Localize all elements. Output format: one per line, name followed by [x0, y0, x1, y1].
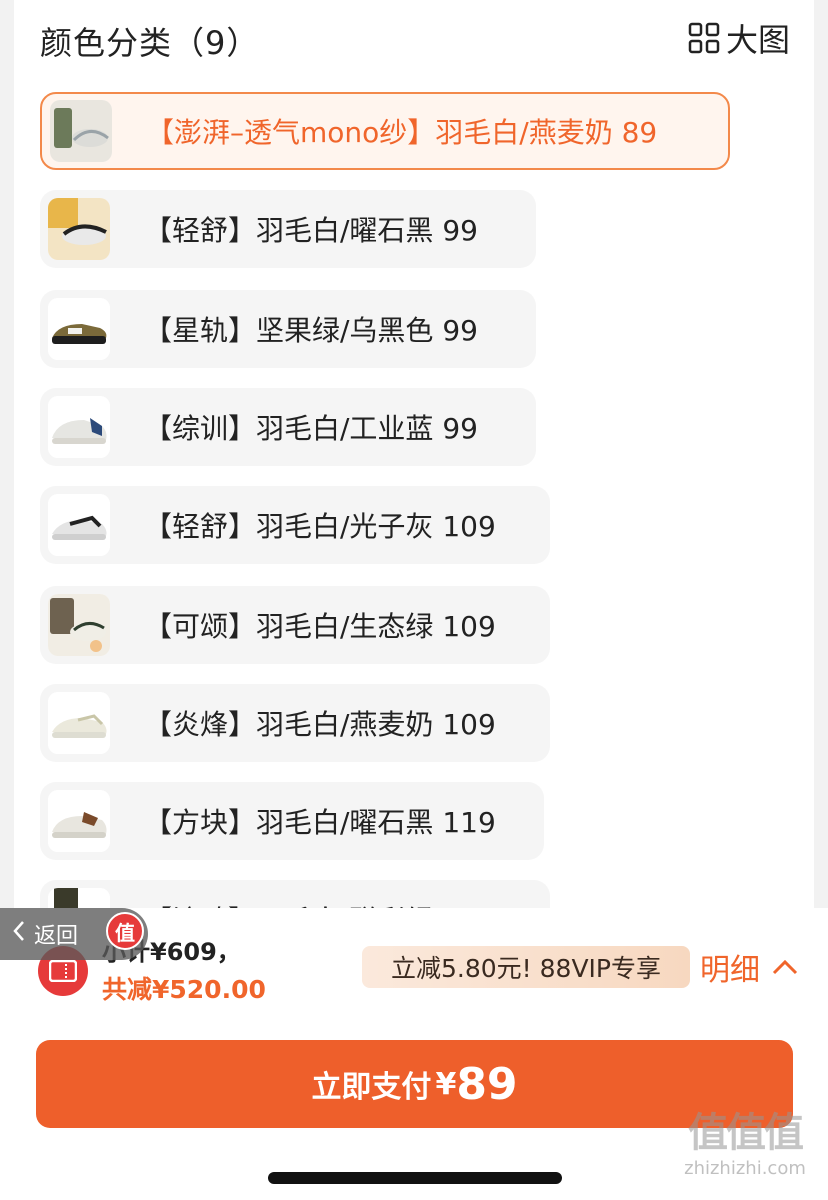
variant-label: 【澎湃–透气mono纱】羽毛白/燕麦奶 89 — [146, 116, 658, 149]
variant-option[interactable]: 【轻舒】羽毛白/光子灰 109 — [40, 486, 550, 564]
pay-currency: ¥ — [435, 1066, 457, 1102]
variant-label: 【轻舒】羽毛白/光子灰 109 — [144, 510, 496, 543]
pay-amount: 89 — [456, 1058, 518, 1110]
variant-label: 【轻舒】羽毛白/曜石黑 99 — [144, 214, 478, 247]
watermark-logo: 值值值 — [688, 1110, 804, 1156]
watermark: 值值值 zhizhizhi.com — [670, 1100, 820, 1190]
pay-label: 立即支付 — [311, 1070, 432, 1105]
detail-label: 明细 — [700, 953, 760, 988]
variant-option[interactable]: 【涂鸦】羽毛白/聪彩绿 119 — [40, 880, 550, 908]
variant-option[interactable]: 【星轨】坚果绿/乌黑色 99 — [40, 290, 536, 368]
variant-option-selected[interactable]: 【澎湃–透气mono纱】羽毛白/燕麦奶 89 — [40, 92, 730, 170]
back-button[interactable]: 返回 值 — [0, 908, 148, 960]
variant-thumbnail — [48, 692, 110, 754]
variant-thumbnail — [50, 100, 112, 162]
big-view-label: 大图 — [725, 21, 790, 59]
big-view-button[interactable]: 大图 — [688, 16, 790, 60]
variant-thumbnail — [48, 298, 110, 360]
header: 颜色分类（9） 大图 — [14, 0, 814, 78]
variant-thumbnail — [48, 790, 110, 852]
variant-label: 【综训】羽毛白/工业蓝 99 — [144, 412, 478, 445]
home-indicator[interactable] — [268, 1172, 562, 1184]
variant-option[interactable]: 【炎烽】羽毛白/燕麦奶 109 — [40, 684, 550, 762]
checkout-footer: 小计¥609， 共减¥520.00 返回 值 立减5.80元! 88VIP专享 … — [0, 908, 828, 1200]
variant-option[interactable]: 【综训】羽毛白/工业蓝 99 — [40, 388, 536, 466]
back-label: 返回 — [34, 924, 79, 949]
watermark-url: zhizhizhi.com — [684, 1158, 806, 1179]
total-discount-text: 共减¥520.00 — [102, 975, 266, 1004]
variant-thumbnail — [48, 594, 110, 656]
variant-option[interactable]: 【轻舒】羽毛白/曜石黑 99 — [40, 190, 536, 268]
variant-thumbnail — [48, 198, 110, 260]
zhi-badge: 值 — [106, 912, 144, 950]
variant-label: 【可颂】羽毛白/生态绿 109 — [144, 610, 496, 643]
variant-thumbnail — [48, 494, 110, 556]
vip-discount-tag: 立减5.80元! 88VIP专享 — [362, 946, 690, 988]
chevron-up-icon — [772, 959, 798, 975]
variant-list: 【澎湃–透气mono纱】羽毛白/燕麦奶 89 【轻舒】羽毛白/曜石黑 99 【星… — [40, 92, 800, 908]
variant-label: 【星轨】坚果绿/乌黑色 99 — [144, 314, 478, 347]
variant-option[interactable]: 【可颂】羽毛白/生态绿 109 — [40, 586, 550, 664]
grid-icon — [688, 22, 720, 54]
color-category-title: 颜色分类（9） — [40, 24, 260, 62]
variant-label: 【方块】羽毛白/曜石黑 119 — [144, 806, 496, 839]
variant-thumbnail — [48, 888, 110, 908]
variant-option[interactable]: 【方块】羽毛白/曜石黑 119 — [40, 782, 544, 860]
chevron-left-icon — [12, 919, 26, 949]
variant-thumbnail — [48, 396, 110, 458]
price-detail-toggle[interactable]: 明细 — [700, 946, 798, 988]
variant-label: 【炎烽】羽毛白/燕麦奶 109 — [144, 708, 496, 741]
variant-label: 【涂鸦】羽毛白/聪彩绿 119 — [144, 899, 496, 908]
